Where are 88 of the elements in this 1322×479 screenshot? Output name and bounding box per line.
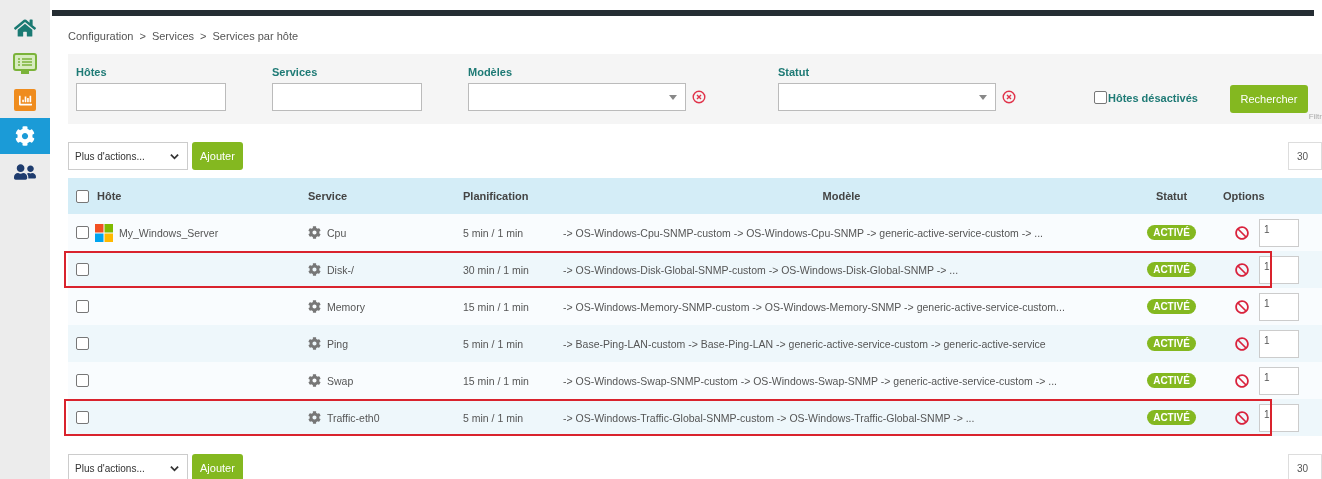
status-badge: ACTIVÉ: [1147, 262, 1196, 277]
actions-select[interactable]: Plus d'actions...: [68, 454, 188, 479]
windows-logo-icon: [95, 223, 113, 242]
option-field[interactable]: 1: [1259, 329, 1299, 358]
template-chain: -> OS-Windows-Memory-SNMP-custom -> OS-Windows-Memory-SNMP -> generic-active-service-custom...: [563, 300, 1065, 313]
breadcrumb-item[interactable]: Services par hôte: [212, 30, 299, 54]
gear-icon: [308, 226, 321, 239]
service-name[interactable]: Ping: [327, 337, 348, 350]
schedule-text: 30 min / 1 min: [463, 263, 529, 276]
clear-icon[interactable]: [1002, 90, 1016, 104]
actions-select-value: Plus d'actions...: [75, 462, 145, 474]
template-chain: -> OS-Windows-Cpu-SNMP-custom -> OS-Windows-Cpu-SNMP -> generic-active-service-custom -> ...: [563, 226, 1043, 239]
caret-icon: [669, 94, 677, 100]
option-field[interactable]: 1: [1259, 366, 1299, 395]
service-name[interactable]: Swap: [327, 374, 354, 387]
settings-icon: [15, 126, 35, 146]
host-name[interactable]: My_Windows_Server: [119, 226, 219, 239]
service-name[interactable]: Traffic-eth0: [327, 411, 380, 424]
disable-icon[interactable]: [1235, 299, 1249, 314]
checkbox[interactable]: [1094, 91, 1107, 104]
gear-icon: [308, 374, 321, 387]
option-field[interactable]: 1: [1259, 218, 1299, 247]
row-checkbox[interactable]: [76, 374, 89, 387]
filter-label: Hôtes: [76, 66, 108, 78]
column-header: Planification: [463, 190, 529, 202]
option-field[interactable]: 1: [1259, 403, 1299, 432]
select-all-checkbox[interactable]: [76, 189, 89, 203]
clear-icon[interactable]: [692, 90, 706, 104]
option-field[interactable]: 1: [1259, 292, 1299, 321]
chevron-icon: [170, 151, 179, 161]
schedule-text: 15 min / 1 min: [463, 300, 529, 313]
caret-icon: [979, 94, 987, 100]
service-name[interactable]: Disk-/: [327, 263, 354, 276]
template-chain: -> OS-Windows-Swap-SNMP-custom -> OS-Windows-Swap-SNMP -> generic-active-service-custom -> ...: [563, 374, 1057, 387]
row-checkbox[interactable]: [76, 337, 89, 350]
filter-input[interactable]: [272, 83, 422, 111]
service-name[interactable]: Cpu: [327, 226, 347, 239]
breadcrumb-item[interactable]: Services: [151, 30, 195, 54]
disable-icon[interactable]: [1235, 336, 1249, 351]
column-header: Modèle: [822, 190, 861, 202]
gear-icon: [308, 263, 321, 276]
column-header: Statut: [1155, 190, 1188, 202]
page-size-field[interactable]: 30: [1288, 454, 1322, 479]
chart-icon: [14, 89, 36, 111]
breadcrumb-item[interactable]: Configuration: [68, 30, 134, 54]
actions-select-value: Plus d'actions...: [75, 150, 145, 162]
template-chain: -> OS-Windows-Disk-Global-SNMP-custom -> OS-Windows-Disk-Global-SNMP -> ...: [563, 263, 959, 276]
schedule-text: 5 min / 1 min: [463, 337, 524, 350]
gear-icon: [308, 300, 321, 313]
template-chain: -> OS-Windows-Traffic-Global-SNMP-custom -> OS-Windows-Traffic-Global-SNMP -> ...: [563, 411, 975, 424]
gear-icon: [308, 337, 321, 350]
disable-icon[interactable]: [1235, 373, 1249, 388]
users-icon: [14, 161, 36, 183]
status-badge: ACTIVÉ: [1147, 299, 1196, 314]
home-icon: [14, 17, 36, 39]
disable-icon[interactable]: [1235, 410, 1249, 425]
page-size-field[interactable]: 30: [1288, 142, 1322, 170]
status-badge: ACTIVÉ: [1147, 373, 1196, 388]
actions-select[interactable]: Plus d'actions...: [68, 142, 188, 170]
schedule-text: 15 min / 1 min: [463, 374, 529, 387]
breadcrumb-separator: >: [139, 30, 146, 44]
row-checkbox[interactable]: [76, 411, 89, 424]
monitor-list-icon: [13, 53, 37, 75]
filter-hint: Filtr: [1308, 112, 1322, 121]
filter-label: Statut: [778, 66, 811, 78]
gear-icon: [308, 411, 321, 424]
filter-input[interactable]: [76, 83, 226, 111]
column-header: Options: [1223, 190, 1265, 202]
filter-label: Services: [272, 66, 319, 78]
schedule-text: 5 min / 1 min: [463, 411, 524, 424]
column-header: Service: [308, 190, 348, 202]
template-chain: -> Base-Ping-LAN-custom -> Base-Ping-LAN -> generic-active-service-custom -> generic-active-service: [563, 337, 1046, 350]
row-checkbox[interactable]: [76, 300, 89, 313]
column-header: Hôte: [97, 190, 122, 202]
disable-icon[interactable]: [1235, 225, 1249, 240]
status-badge: ACTIVÉ: [1147, 225, 1196, 240]
status-badge: ACTIVÉ: [1147, 410, 1196, 425]
row-checkbox[interactable]: [76, 263, 89, 276]
disable-icon[interactable]: [1235, 262, 1249, 277]
filter-label: Modèles: [468, 66, 513, 78]
checkbox-label: Hôtes désactivés: [1108, 91, 1198, 104]
option-field[interactable]: 1: [1259, 255, 1299, 284]
chevron-icon: [170, 463, 179, 473]
schedule-text: 5 min / 1 min: [463, 226, 524, 239]
service-name[interactable]: Memory: [327, 300, 365, 313]
row-checkbox[interactable]: [76, 226, 89, 239]
breadcrumb-separator: >: [200, 30, 207, 44]
status-badge: ACTIVÉ: [1147, 336, 1196, 351]
